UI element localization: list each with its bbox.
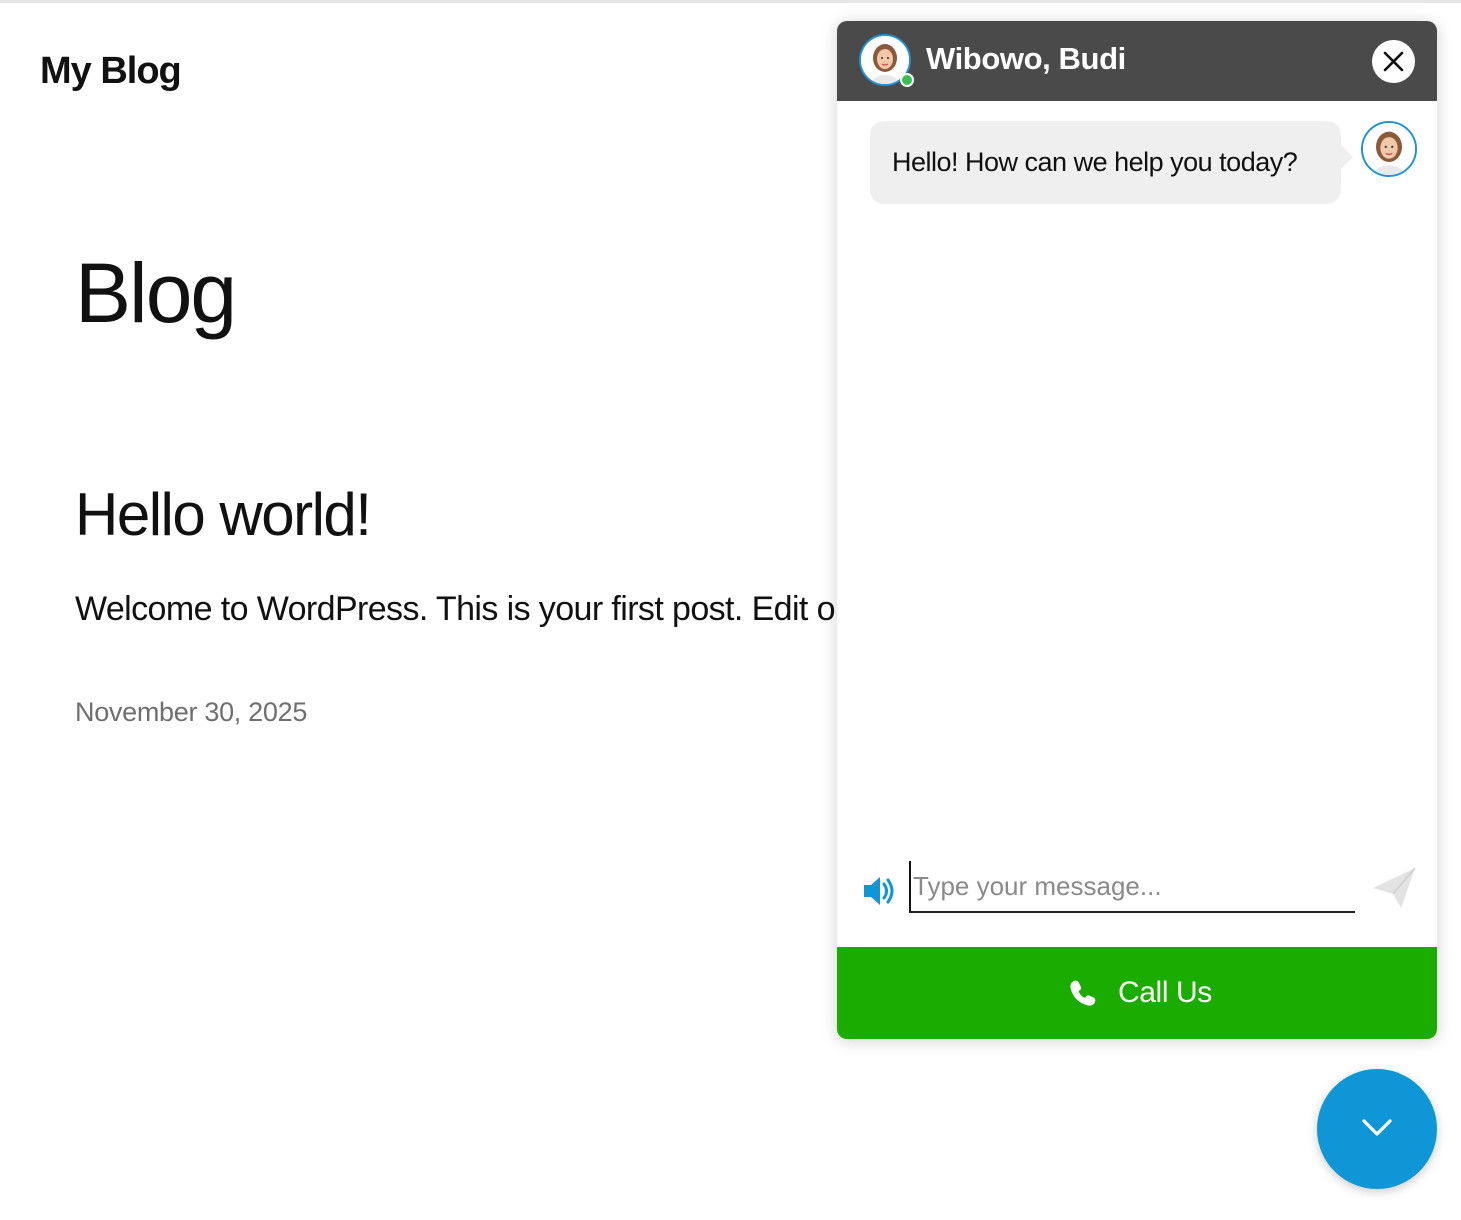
close-icon <box>1383 51 1404 72</box>
send-button[interactable] <box>1371 866 1417 912</box>
page-heading: Blog <box>75 246 237 340</box>
chat-launcher-button[interactable] <box>1317 1069 1437 1189</box>
post-title[interactable]: Hello world! <box>75 480 372 549</box>
top-border <box>0 0 1461 3</box>
post-date: November 30, 2025 <box>75 697 308 727</box>
message-text: Hello! How can we help you today? <box>892 147 1298 177</box>
chevron-down-icon <box>1362 1119 1392 1136</box>
chat-window: Wibowo, Budi Hello! How can we help you … <box>837 21 1437 1039</box>
speaker-icon <box>864 877 894 905</box>
call-us-label: Call Us <box>1118 976 1212 1009</box>
chat-header: Wibowo, Budi <box>837 21 1437 101</box>
agent-message: Hello! How can we help you today? <box>870 121 1353 204</box>
call-us-button[interactable]: Call Us <box>837 947 1437 1039</box>
send-icon <box>1373 867 1416 908</box>
message-avatar <box>1361 121 1417 177</box>
message-input[interactable] <box>909 861 1355 913</box>
close-chat-button[interactable] <box>1372 40 1415 83</box>
phone-icon <box>1070 980 1096 1006</box>
post-excerpt: Welcome to WordPress. This is your first… <box>75 590 837 628</box>
online-status-dot <box>900 73 914 87</box>
agent-name: Wibowo, Budi <box>926 41 1126 76</box>
sound-toggle-button[interactable] <box>861 873 897 909</box>
site-title[interactable]: My Blog <box>40 50 182 93</box>
